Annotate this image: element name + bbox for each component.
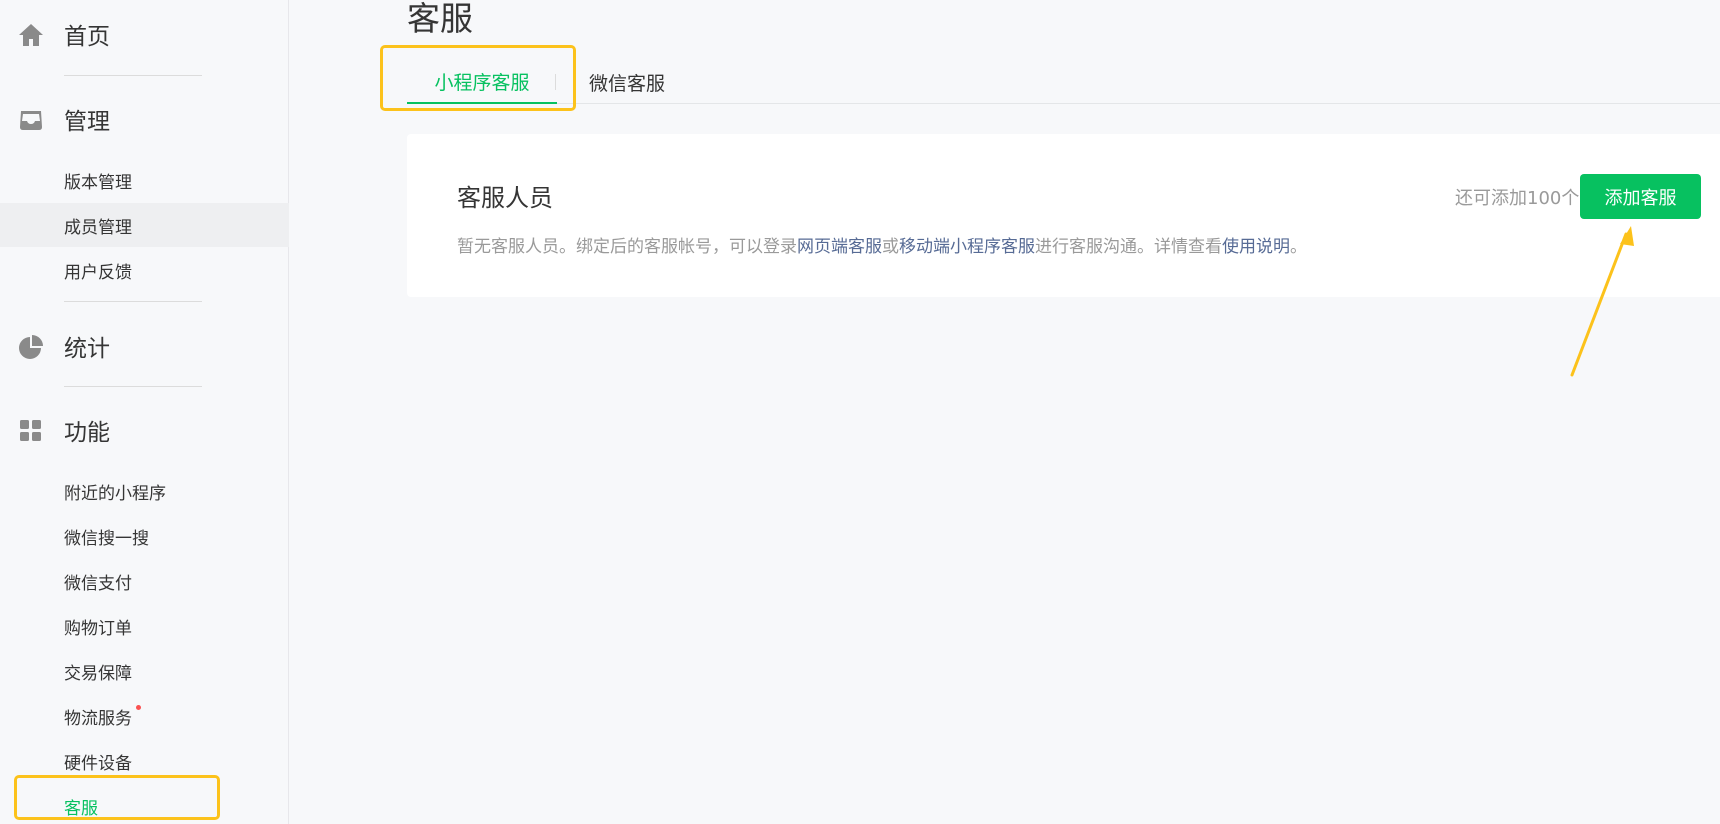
nav-features[interactable]: 功能 xyxy=(0,408,289,452)
tab-wechat-service[interactable]: 微信客服 xyxy=(582,60,672,104)
tab-bar: 小程序客服 微信客服 xyxy=(407,60,1720,104)
sidebar-item-customer-service[interactable]: 客服 xyxy=(0,784,289,824)
service-staff-card: 客服人员 暂无客服人员。绑定后的客服帐号，可以登录网页端客服或移动端小程序客服进… xyxy=(407,134,1720,297)
desc-text: 进行客服沟通。详情查看 xyxy=(1035,237,1222,257)
sidebar-item-search[interactable]: 微信搜一搜 xyxy=(0,514,289,558)
desc-text: 暂无客服人员。绑定后的客服帐号，可以登录 xyxy=(457,237,797,257)
nav-home[interactable]: 首页 xyxy=(0,12,289,56)
sidebar-item-label: 物流服务 xyxy=(64,708,132,729)
sidebar-item-nearby[interactable]: 附近的小程序 xyxy=(0,469,289,513)
tab-label: 小程序客服 xyxy=(434,71,530,94)
page-title: 客服 xyxy=(407,0,473,38)
nav-home-label: 首页 xyxy=(64,24,110,50)
sidebar-item-label: 购物订单 xyxy=(64,618,132,639)
card-description: 暂无客服人员。绑定后的客服帐号，可以登录网页端客服或移动端小程序客服进行客服沟通… xyxy=(457,232,1307,257)
nav-manage-label: 管理 xyxy=(64,109,110,135)
tab-label: 微信客服 xyxy=(588,72,665,95)
grid-icon xyxy=(18,418,44,444)
sidebar-item-pay[interactable]: 微信支付 xyxy=(0,559,289,603)
sidebar-item-label: 版本管理 xyxy=(64,172,132,193)
pie-chart-icon xyxy=(18,334,44,360)
divider xyxy=(64,301,202,302)
desc-text: 。 xyxy=(1290,237,1307,257)
remaining-quota: 还可添加100个 xyxy=(1455,188,1580,209)
card-title: 客服人员 xyxy=(457,184,553,212)
sidebar-item-orders[interactable]: 购物订单 xyxy=(0,604,289,648)
sidebar-item-label: 用户反馈 xyxy=(64,262,132,283)
new-badge-dot xyxy=(136,704,141,710)
desc-text: 或 xyxy=(882,237,899,257)
home-icon xyxy=(18,22,44,48)
sidebar-item-version[interactable]: 版本管理 xyxy=(0,158,289,202)
nav-features-label: 功能 xyxy=(64,420,110,446)
sidebar-item-members[interactable]: 成员管理 xyxy=(0,203,289,247)
sidebar: 首页 管理 版本管理 成员管理 用户反馈 统计 功能 附近的小程序 微信搜一搜 … xyxy=(0,0,289,824)
add-service-button[interactable]: 添加客服 xyxy=(1580,174,1701,219)
inbox-icon xyxy=(18,107,44,133)
divider xyxy=(64,75,202,76)
sidebar-item-label: 客服 xyxy=(64,798,98,819)
nav-manage[interactable]: 管理 xyxy=(0,97,289,141)
sidebar-item-label: 微信搜一搜 xyxy=(64,528,149,549)
nav-stats[interactable]: 统计 xyxy=(0,324,289,368)
tab-separator xyxy=(555,74,556,90)
sidebar-item-hardware[interactable]: 硬件设备 xyxy=(0,739,289,783)
sidebar-item-label: 附近的小程序 xyxy=(64,483,166,504)
sidebar-item-label: 微信支付 xyxy=(64,573,132,594)
nav-stats-label: 统计 xyxy=(64,336,110,362)
mobile-service-link[interactable]: 移动端小程序客服 xyxy=(899,237,1035,257)
sidebar-item-guarantee[interactable]: 交易保障 xyxy=(0,649,289,693)
divider xyxy=(64,386,202,387)
sidebar-item-label: 交易保障 xyxy=(64,663,132,684)
tab-miniprogram-service[interactable]: 小程序客服 xyxy=(407,60,557,104)
sidebar-item-logistics[interactable]: 物流服务 xyxy=(0,694,289,738)
web-service-link[interactable]: 网页端客服 xyxy=(797,237,882,257)
help-link[interactable]: 使用说明 xyxy=(1222,237,1290,257)
sidebar-item-feedback[interactable]: 用户反馈 xyxy=(0,248,289,292)
sidebar-item-label: 硬件设备 xyxy=(64,753,132,774)
sidebar-item-label: 成员管理 xyxy=(64,217,132,238)
